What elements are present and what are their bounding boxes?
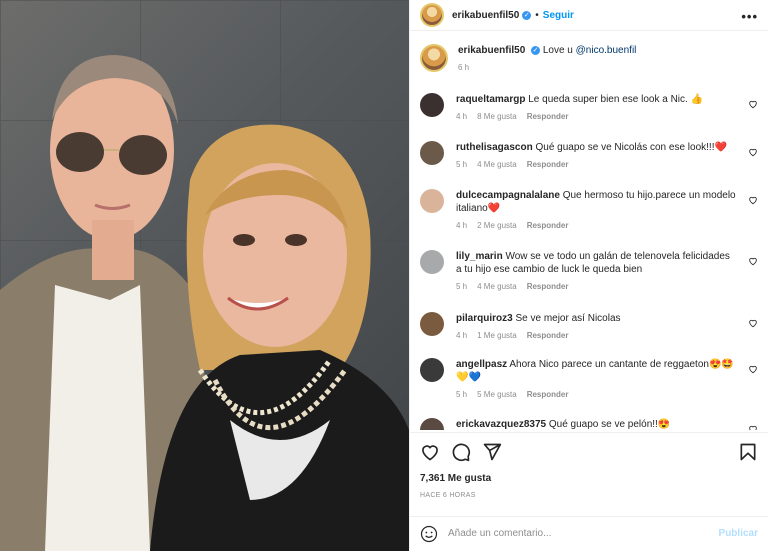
comment-item: angellpasz Ahora Nico parece un cantante… [420,358,758,399]
comment-likes[interactable]: 5 Me gusta [477,390,517,399]
author-avatar[interactable] [420,3,444,27]
comment-item: raqueltamargp Le queda super bien ese lo… [420,93,758,121]
post-header: erikabuenfil50 ✓ • Seguir ••• [410,0,768,31]
comment-like-heart-icon[interactable] [748,364,758,374]
save-icon[interactable] [738,442,758,462]
emoji-icon[interactable] [420,525,438,543]
comment-time: 4 h [456,112,468,121]
caption-mention-link[interactable]: @nico.buenfil [576,45,637,56]
comment-item: lily_marin Wow se ve todo un galán de te… [420,250,758,291]
comment-reply-button[interactable]: Responder [527,221,569,230]
caption-avatar[interactable] [420,44,448,72]
comment-likes[interactable]: 2 Me gusta [477,221,517,230]
comment-like-heart-icon[interactable] [748,424,758,430]
add-comment-row: Publicar [410,516,768,550]
comment-likes[interactable]: 8 Me gusta [477,112,517,121]
comment-avatar[interactable] [420,312,444,336]
comment-reply-button[interactable]: Responder [527,160,569,169]
comment-icon[interactable] [451,442,471,462]
comment-reply-button[interactable]: Responder [527,331,569,340]
caption-verified-icon: ✓ [531,45,541,55]
comment-username[interactable]: ruthelisagascon [456,142,533,153]
separator-dot: • [535,9,539,21]
comment-reply-button[interactable]: Responder [527,390,569,399]
follow-button[interactable]: Seguir [543,10,574,21]
comment-item: ruthelisagascon Qué guapo se ve Nicolás … [420,141,758,169]
comment-username[interactable]: dulcecampagnalalane [456,190,560,201]
caption-text: erikabuenfil50 ✓ Love u @nico.buenfil [458,44,636,57]
comment-item: dulcecampagnalalane Que hermoso tu hijo.… [420,189,758,230]
comment-item: pilarquiroz3 Se ve mejor así Nicolas 4 h… [420,312,758,340]
photo-illustration [0,55,409,551]
comment-username[interactable]: angellpasz [456,359,507,370]
caption-time: 6 h [458,63,470,72]
comment-item: erickavazquez8375 Qué guapo se ve pelón!… [420,418,758,430]
comment-username[interactable]: raqueltamargp [456,94,525,105]
comments-list[interactable]: erikabuenfil50 ✓ Love u @nico.buenfil 6 … [410,32,768,430]
comment-reply-button[interactable]: Responder [527,112,569,121]
author-username[interactable]: erikabuenfil50 [452,10,519,21]
comment-text: Qué guapo se ve Nicolás con ese look!!!❤… [532,142,727,153]
comment-avatar[interactable] [420,250,444,274]
comment-text: Qué guapo se ve pelón!!😍 [546,419,671,430]
comment-like-heart-icon[interactable] [748,195,758,205]
comment-reply-button[interactable]: Responder [527,282,569,291]
comment-username[interactable]: lily_marin [456,251,503,262]
comment-like-heart-icon[interactable] [748,256,758,266]
comment-like-heart-icon[interactable] [748,318,758,328]
comment-text: Le queda super bien ese look a Nic. 👍 [525,94,704,105]
comment-time: 5 h [456,390,468,399]
comment-username[interactable]: erickavazquez8375 [456,419,546,430]
comment-avatar[interactable] [420,93,444,117]
comment-input[interactable] [448,528,719,539]
comment-like-heart-icon[interactable] [748,147,758,157]
comment-text: Se ve mejor así Nicolas [512,313,621,324]
comment-avatar[interactable] [420,358,444,382]
share-icon[interactable] [482,442,502,462]
comment-like-heart-icon[interactable] [748,99,758,109]
post-photo[interactable] [0,0,409,551]
comment-username[interactable]: pilarquiroz3 [456,313,513,324]
post-actions: 7,361 Me gusta Hace 6 horas Publicar [410,432,768,550]
comment-avatar[interactable] [420,141,444,165]
verified-badge-icon: ✓ [522,10,532,20]
comment-likes[interactable]: 4 Me gusta [477,160,517,169]
post-timestamp: Hace 6 horas [420,492,476,499]
comment-time: 5 h [456,160,468,169]
comment-time: 5 h [456,282,468,291]
comment-time: 4 h [456,221,468,230]
post-caption: erikabuenfil50 ✓ Love u @nico.buenfil 6 … [420,44,758,72]
comment-time: 4 h [456,331,468,340]
comment-avatar[interactable] [420,418,444,430]
comment-likes[interactable]: 4 Me gusta [477,282,517,291]
caption-author[interactable]: erikabuenfil50 [458,45,525,56]
comment-avatar[interactable] [420,189,444,213]
comment-likes[interactable]: 1 Me gusta [477,331,517,340]
post-sidebar: erikabuenfil50 ✓ • Seguir ••• erikabuenf… [409,0,768,551]
heart-icon[interactable] [420,442,440,462]
likes-count[interactable]: 7,361 Me gusta [420,473,758,484]
more-options-icon[interactable]: ••• [741,9,758,24]
caption-body: Love u [542,45,576,56]
publish-button[interactable]: Publicar [719,528,758,539]
